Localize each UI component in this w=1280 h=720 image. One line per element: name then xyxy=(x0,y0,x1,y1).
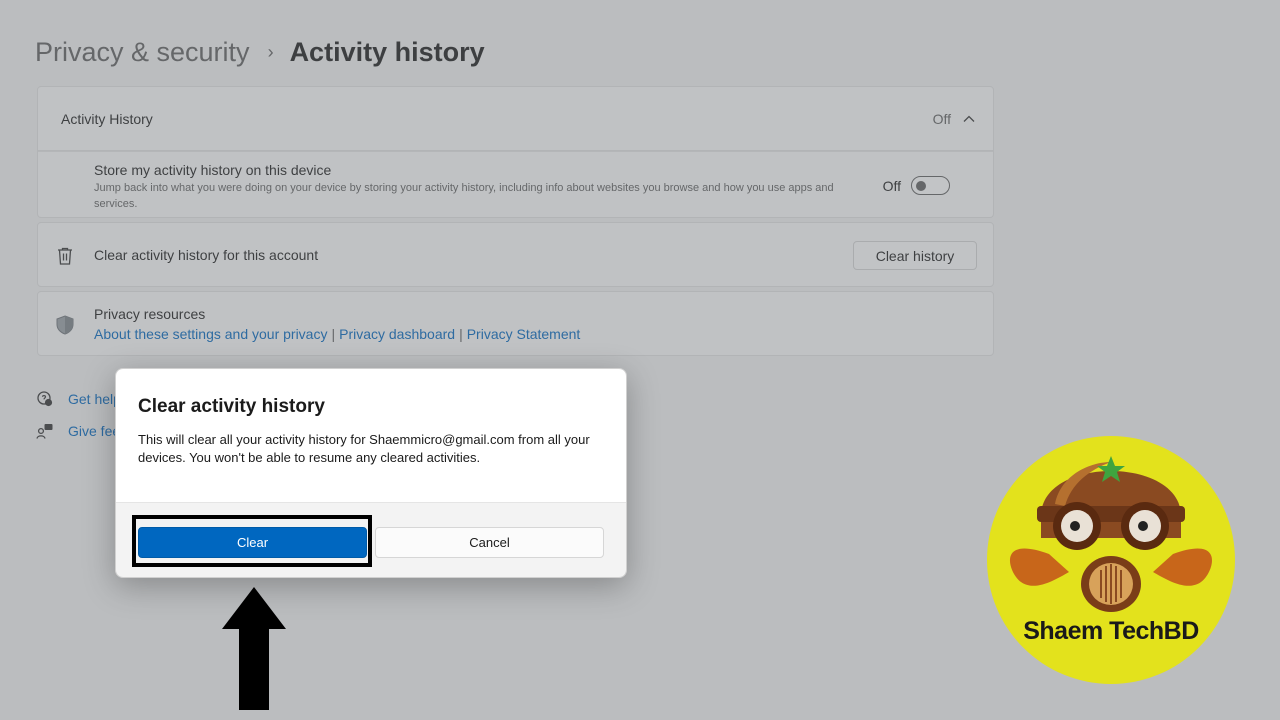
dialog-content: Clear activity history This will clear a… xyxy=(116,369,626,502)
helmet-mascot-icon xyxy=(987,436,1235,684)
dialog-title: Clear activity history xyxy=(138,396,325,417)
cancel-button[interactable]: Cancel xyxy=(375,527,604,558)
highlight-box xyxy=(132,515,372,567)
dialog-message: This will clear all your activity histor… xyxy=(138,432,590,465)
arrow-up-icon xyxy=(222,587,286,710)
watermark-logo: Shaem TechBD xyxy=(985,434,1237,686)
watermark-text: Shaem TechBD xyxy=(1023,617,1199,645)
